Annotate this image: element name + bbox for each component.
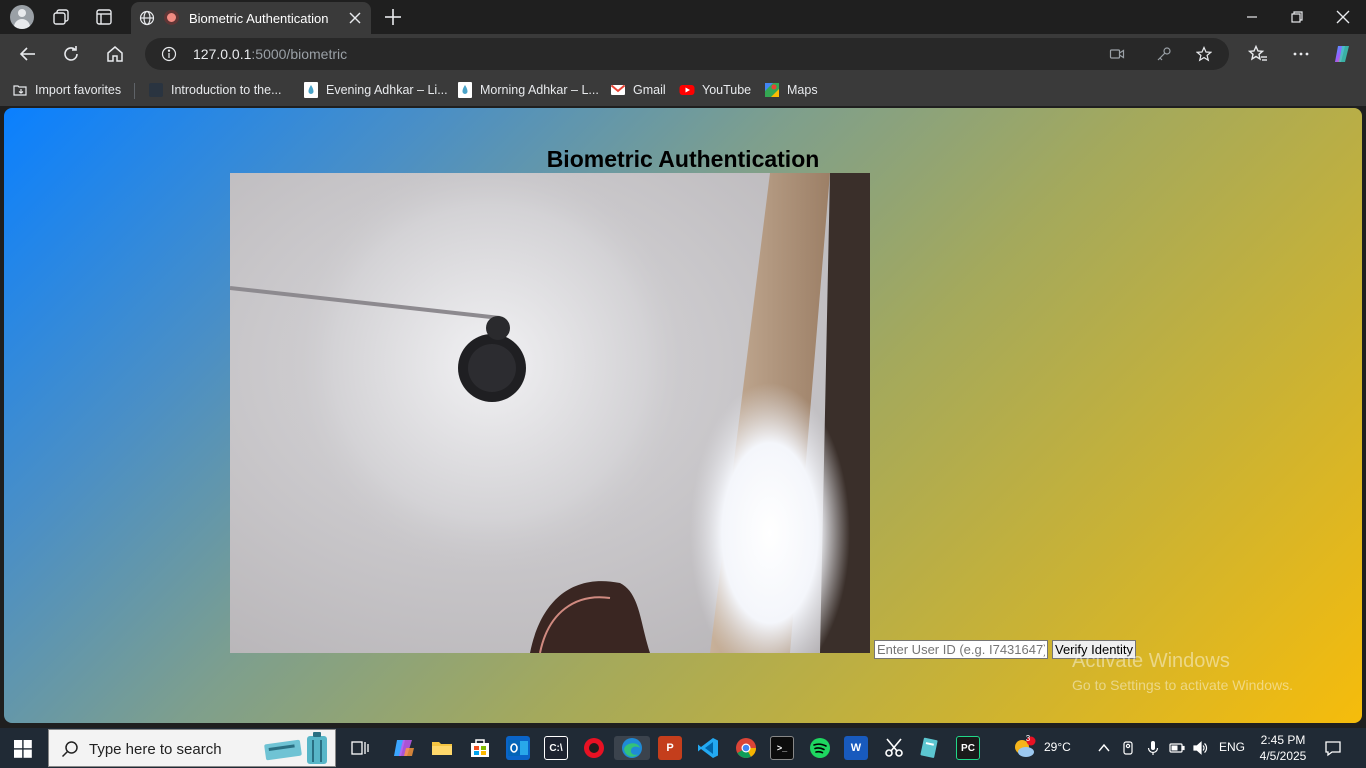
webcam-frame (230, 173, 870, 653)
vscode-icon[interactable] (696, 736, 720, 760)
favorites-icon[interactable] (1248, 44, 1268, 64)
page-title: Biometric Authentication (546, 146, 820, 172)
clock-time: 2:45 PM (1260, 733, 1306, 747)
favorite-gmail[interactable]: Gmail (610, 82, 666, 98)
favorite-import[interactable]: Import favorites (12, 82, 121, 98)
search-icon (61, 741, 78, 758)
browser-tabstrip: Biometric Authentication (0, 0, 1366, 34)
weather-temperature[interactable]: 29°C (1044, 740, 1071, 754)
outlook-icon[interactable] (506, 736, 530, 760)
travel-illustration-icon (264, 732, 327, 764)
copilot-app-icon[interactable] (392, 736, 416, 760)
system-clock[interactable]: 2:45 PM 4/5/2025 (1252, 732, 1314, 764)
microsoft-store-icon[interactable] (468, 736, 492, 760)
restore-icon[interactable] (1288, 8, 1306, 26)
camera-tray-icon[interactable] (1121, 740, 1137, 756)
drop-icon (458, 82, 472, 98)
minimize-icon[interactable] (1243, 8, 1261, 26)
battery-icon[interactable] (1169, 741, 1185, 755)
workspaces-icon[interactable] (52, 7, 72, 27)
maps-icon (765, 83, 779, 97)
youtube-icon (679, 85, 695, 95)
recorder-icon[interactable] (582, 736, 606, 760)
address-bar[interactable]: 127.0.0.1:5000/biometric (145, 38, 1229, 70)
spotify-icon[interactable] (808, 736, 832, 760)
task-view-icon[interactable] (348, 736, 372, 760)
close-window-icon[interactable] (1334, 8, 1352, 26)
chevron-up-icon[interactable] (1097, 741, 1111, 755)
site-info-icon[interactable] (161, 46, 177, 62)
snipping-tool-icon[interactable] (882, 736, 906, 760)
webcam-feed (230, 173, 870, 653)
pycharm-icon[interactable]: PC (956, 736, 980, 760)
page-icon (149, 83, 163, 97)
navigation-bar: 127.0.0.1:5000/biometric (0, 34, 1366, 74)
edge-icon[interactable] (614, 736, 650, 760)
weather-badge: 3 (1025, 734, 1031, 743)
powerpoint-icon[interactable]: P (658, 736, 682, 760)
windows-start-icon[interactable] (14, 740, 32, 758)
notes-icon[interactable] (918, 736, 942, 760)
watermark-subtitle: Go to Settings to activate Windows. (1072, 677, 1293, 693)
key-icon[interactable] (1156, 46, 1172, 62)
terminal-icon[interactable]: >_ (770, 736, 794, 760)
favorite-star-icon[interactable] (1196, 46, 1212, 62)
gmail-icon (610, 84, 626, 95)
chrome-icon[interactable] (734, 736, 758, 760)
drop-icon (304, 82, 318, 98)
taskbar-search[interactable]: Type here to search (48, 729, 336, 767)
copilot-icon[interactable] (1332, 43, 1354, 65)
windows-taskbar: Type here to search C:\ P >_ W PC 3 29°C… (0, 728, 1366, 768)
more-menu-icon[interactable] (1291, 44, 1311, 64)
language-indicator[interactable]: ENG (1219, 740, 1245, 754)
favorites-separator (134, 83, 135, 99)
new-tab-icon[interactable] (383, 7, 403, 27)
favorites-bar: Import favorites Introduction to the... … (0, 74, 1366, 106)
microphone-icon[interactable] (1145, 740, 1161, 756)
favorite-youtube[interactable]: YouTube (679, 82, 751, 98)
notification-icon[interactable] (1324, 739, 1342, 757)
tab-actions-icon[interactable] (94, 7, 114, 27)
favorite-evening-adhkar[interactable]: Evening Adhkar – Li... (303, 82, 448, 98)
url-text[interactable]: 127.0.0.1:5000/biometric (193, 46, 347, 62)
camera-in-use-icon[interactable] (1109, 46, 1125, 62)
clipchamp-icon[interactable]: C:\ (544, 736, 568, 760)
recording-icon (164, 10, 179, 25)
tab-title: Biometric Authentication (189, 11, 329, 26)
page-viewport: Biometric Authentication Enter User ID (… (4, 108, 1362, 723)
close-tab-icon[interactable] (347, 10, 363, 26)
volume-icon[interactable] (1192, 740, 1208, 756)
favorite-introduction[interactable]: Introduction to the... (148, 82, 282, 98)
activate-windows-watermark: Activate Windows Go to Settings to activ… (1072, 650, 1293, 693)
watermark-title: Activate Windows (1072, 650, 1230, 672)
tab-biometric[interactable]: Biometric Authentication (131, 2, 371, 34)
word-icon[interactable]: W (844, 736, 868, 760)
favorite-morning-adhkar[interactable]: Morning Adhkar – L... (457, 82, 599, 98)
back-icon[interactable] (18, 44, 38, 64)
file-explorer-icon[interactable] (430, 736, 454, 760)
import-icon (13, 85, 27, 96)
search-placeholder: Type here to search (89, 741, 222, 758)
clock-date: 4/5/2025 (1259, 749, 1307, 763)
profile-avatar[interactable] (10, 5, 34, 29)
refresh-icon[interactable] (61, 44, 81, 64)
favorite-maps[interactable]: Maps (764, 82, 818, 98)
globe-icon (139, 10, 155, 26)
home-icon[interactable] (105, 44, 125, 64)
user-id-input[interactable] (874, 640, 1048, 659)
